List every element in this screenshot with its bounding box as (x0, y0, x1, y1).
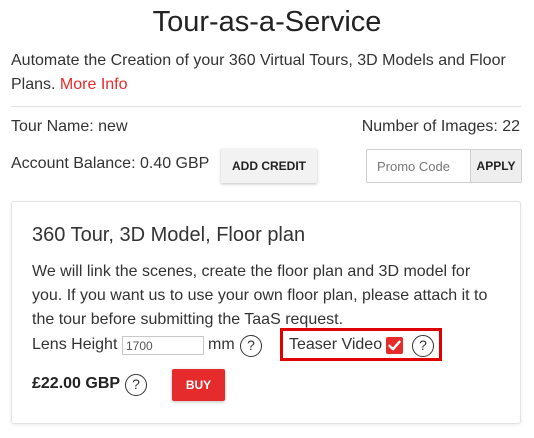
service-title: 360 Tour, 3D Model, Floor plan (32, 224, 306, 246)
promo-code-group: APPLY (366, 149, 522, 183)
teaser-video-label: Teaser Video (289, 336, 383, 353)
tour-name: Tour Name: new (11, 118, 128, 135)
buy-button[interactable]: BUY (172, 369, 225, 401)
apply-promo-button[interactable]: APPLY (470, 150, 521, 182)
teaser-video-checkbox[interactable] (386, 337, 403, 354)
more-info-link[interactable]: More Info (60, 76, 128, 93)
number-of-images: Number of Images: 22 (361, 118, 520, 135)
lens-unit-label: mm (208, 336, 235, 353)
page-title: Tour-as-a-Service (152, 6, 382, 38)
teaser-video-highlight: Teaser Video ? (280, 328, 442, 361)
page-description: Automate the Creation of your 360 Virtua… (11, 49, 521, 97)
lens-height-input[interactable] (122, 336, 204, 355)
price-label: £22.00 GBP (32, 375, 121, 392)
add-credit-button[interactable]: ADD CREDIT (221, 149, 317, 183)
header-divider (11, 106, 521, 107)
service-description: We will link the scenes, create the floo… (32, 263, 488, 328)
price-help-icon[interactable]: ? (125, 374, 147, 396)
promo-code-input[interactable] (367, 150, 470, 182)
checkmark-icon (388, 340, 401, 351)
service-card: 360 Tour, 3D Model, Floor plan We will l… (11, 201, 521, 424)
lens-help-icon[interactable]: ? (240, 335, 262, 357)
lens-height-label: Lens Height (32, 336, 118, 353)
account-balance: Account Balance: 0.40 GBP (11, 155, 210, 172)
teaser-help-icon[interactable]: ? (412, 335, 434, 357)
